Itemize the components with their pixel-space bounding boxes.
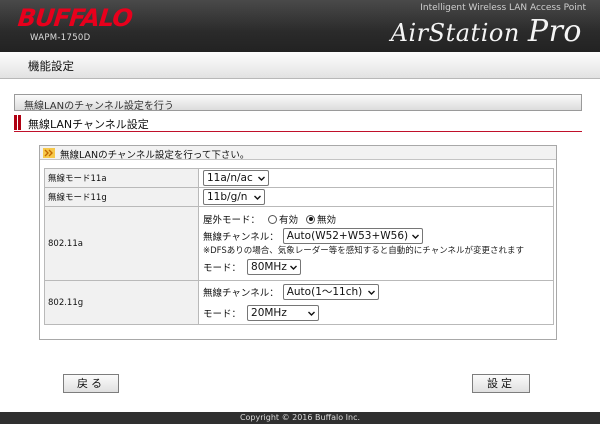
model-name: WAPM-1750D [30,33,91,43]
app-header: BUFFALO WAPM-1750D Intelligent Wireless … [0,0,600,52]
table-row: 無線モード11g 11b/g/n [44,187,554,207]
band-11g-label: 802.11g [44,280,199,325]
band-11g-cell: 無線チャンネル： Auto(1～11ch) モード： 20MHz [198,280,554,325]
page-title: 機能設定 [28,59,74,73]
double-arrow-icon [43,148,55,158]
sub-title: 無線LANチャンネル設定 [28,118,149,131]
table-row: 802.11a 屋外モード： 有効 無効 無線チャンネル： Auto(W52+W… [44,206,554,281]
channel-11a-row: 無線チャンネル： Auto(W52+W53+W56) [203,228,553,244]
section-title: 無線LANのチャンネル設定を行う [24,101,174,112]
mode-11g-label: 無線モード11g [44,187,199,207]
channel-11g-select[interactable]: Auto(1～11ch) [282,283,379,300]
settings-panel-header: 無線LANのチャンネル設定を行って下さい。 [40,146,556,161]
outdoor-on-radio[interactable] [268,214,278,224]
table-row: 802.11g 無線チャンネル： Auto(1～11ch) モード： 20MHz [44,280,554,325]
mode-11g-value: 11b/g/n [207,191,248,203]
mode-width-11g-value: 20MHz [251,306,287,319]
sub-header: 無線LANチャンネル設定 [14,114,582,132]
mode-11g-cell: 11b/g/n [198,187,554,207]
section-header: 無線LANのチャンネル設定を行う [14,94,582,112]
brand-logo: BUFFALO [16,4,134,32]
table-row: 無線モード11a 11a/n/ac [44,168,554,188]
outdoor-mode-label: 屋外モード： [203,215,261,226]
chevron-down-icon [258,176,265,181]
mode-11g-select[interactable]: 11b/g/n [203,189,265,205]
channel-11g-label: 無線チャンネル： [203,287,279,299]
band-11a-label: 802.11a [44,206,199,281]
page-footer: Copyright © 2016 Buffalo Inc. [0,412,600,424]
chevron-down-icon [367,290,375,295]
channel-11g-row: 無線チャンネル： Auto(1～11ch) [203,282,553,302]
outdoor-mode-row: 屋外モード： 有効 無効 [203,210,553,229]
back-button[interactable]: 戻る [63,374,119,393]
mode-width-11g-select[interactable]: 20MHz [247,304,320,321]
outdoor-off-label: 無効 [317,215,337,226]
channel-11a-label: 無線チャンネル： [203,232,279,243]
band-11a-cell: 屋外モード： 有効 無効 無線チャンネル： Auto(W52+W53+W56) … [198,206,554,281]
channel-11g-value: Auto(1～11ch) [286,285,363,298]
channel-settings-table: 無線モード11a 11a/n/ac 無線モード11g 11b/g/n 802.1… [44,168,554,325]
product-name: AirStation Pro [391,14,582,49]
outdoor-off-radio[interactable] [306,214,316,224]
sub-header-divider [14,131,582,132]
mode-width-11g-label: モード： [203,308,242,320]
settings-panel: 無線LANのチャンネル設定を行って下さい。 無線モード11a 11a/n/ac … [39,145,557,340]
mode-11a-label: 無線モード11a [44,168,199,188]
mode-width-11a-label: モード： [203,262,242,274]
outdoor-on-label: 有効 [279,215,299,226]
settings-panel-heading: 無線LANのチャンネル設定を行って下さい。 [60,150,250,161]
channel-11a-select[interactable]: Auto(W52+W53+W56) [282,228,423,244]
dfs-note: ※DFSありの場合、気象レーダー等を感知すると自動的にチャンネルが変更されます [203,245,525,256]
chevron-down-icon [411,234,419,239]
product-name-main: AirStation [390,19,528,47]
product-tagline: Intelligent Wireless LAN Access Point [420,3,586,13]
mode-width-11a-value: 80MHz [251,260,287,273]
chevron-down-icon [254,195,261,200]
section-marker-icon [14,115,21,130]
copyright-text: Copyright © 2016 Buffalo Inc. [239,413,361,422]
mode-11a-cell: 11a/n/ac [198,168,554,188]
mode-11a-select[interactable]: 11a/n/ac [203,170,269,186]
chevron-down-icon [308,311,316,316]
mode-width-11a-select[interactable]: 80MHz [247,258,302,275]
product-name-pro: Pro [527,14,582,49]
mode-width-11g-row: モード： 20MHz [203,302,553,324]
chevron-down-icon [290,265,298,270]
channel-11a-value: Auto(W52+W53+W56) [286,230,409,242]
mode-width-11a-row: モード： 80MHz [203,256,553,278]
apply-button[interactable]: 設定 [472,374,530,393]
mode-11a-value: 11a/n/ac [207,172,253,184]
page-title-bar: 機能設定 [0,52,600,79]
